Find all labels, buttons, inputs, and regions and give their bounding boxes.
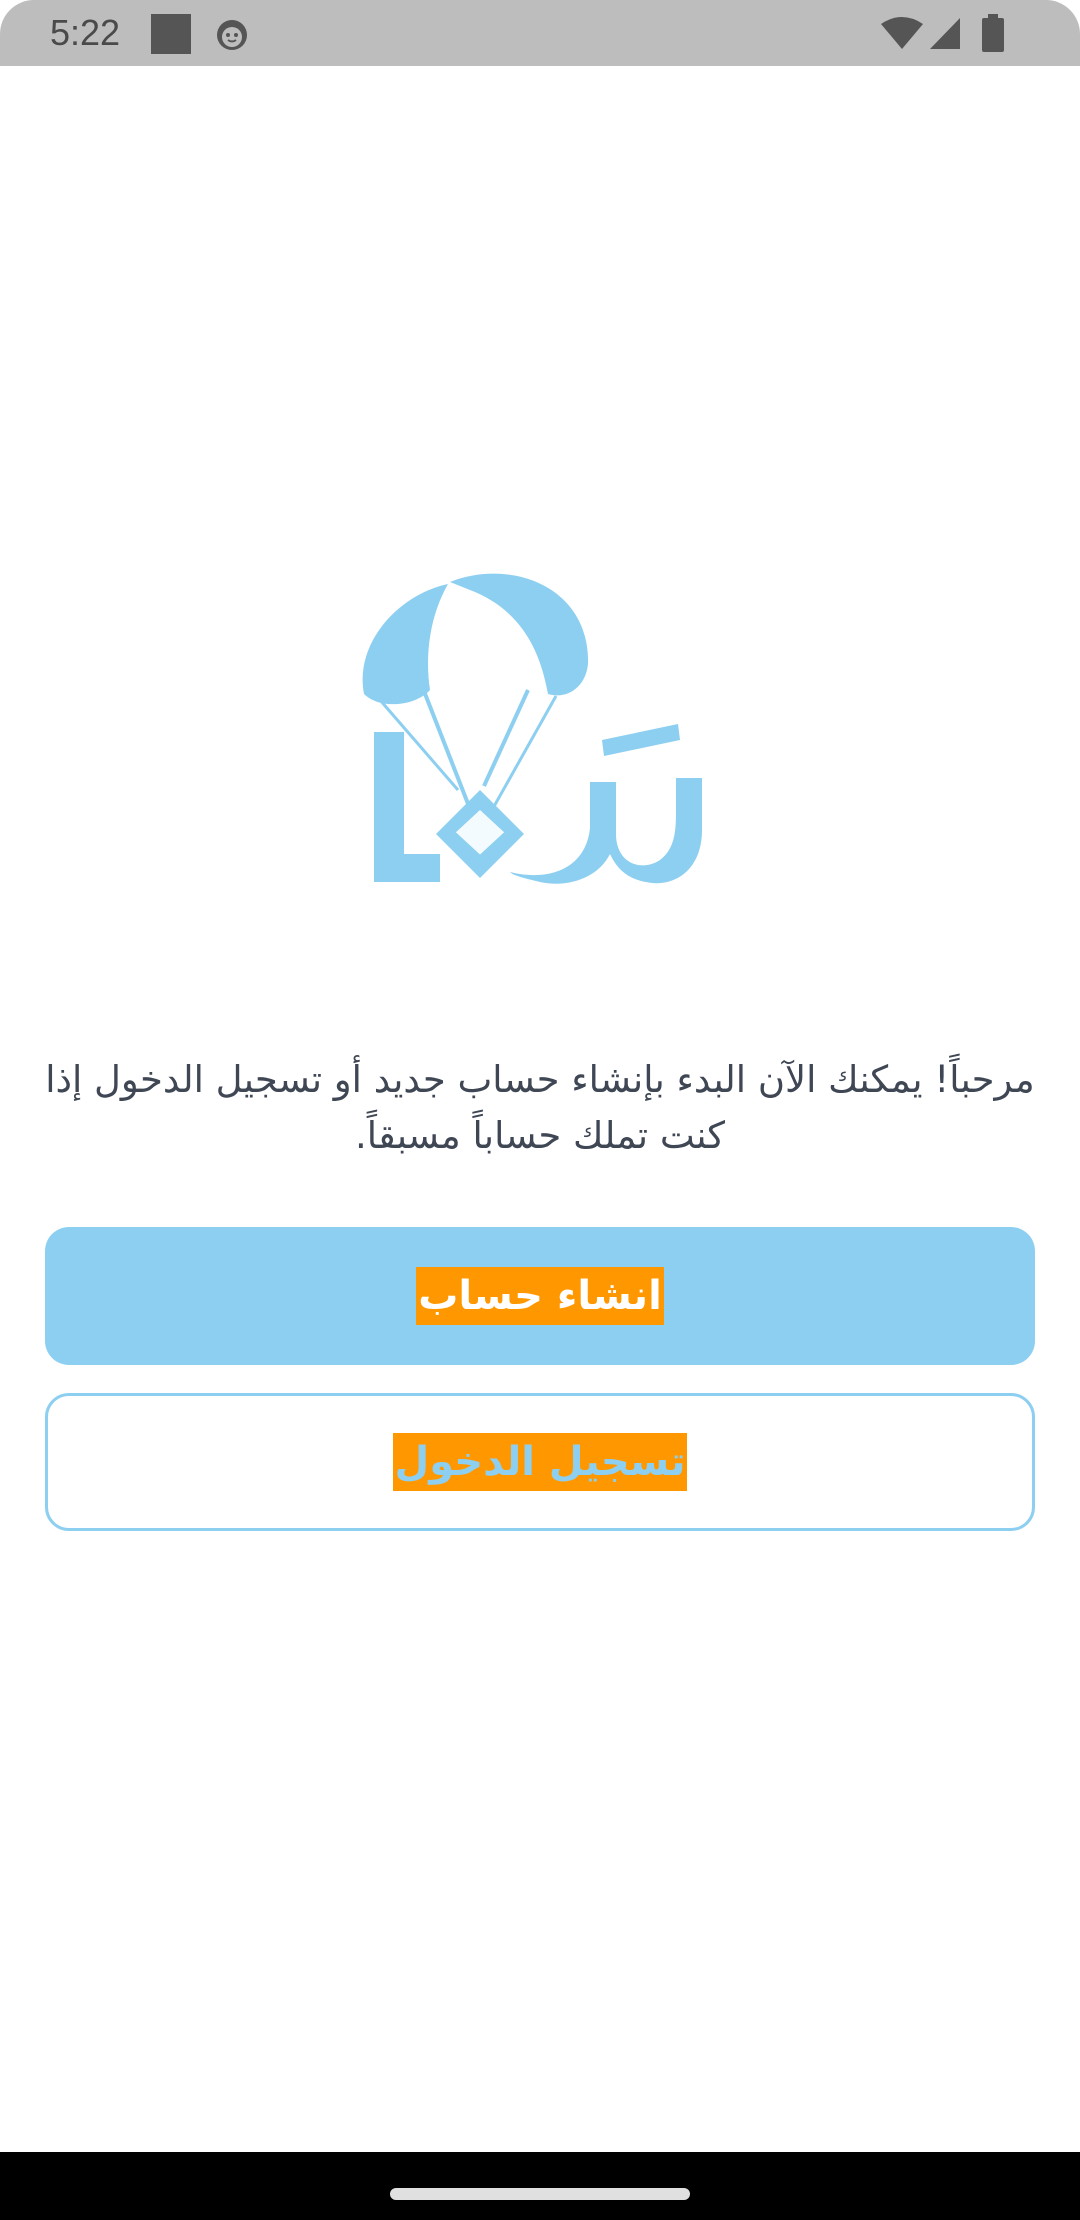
welcome-message: مرحباً! يمكنك الآن البدء بإنشاء حساب جدي…: [45, 1058, 1035, 1157]
home-handle[interactable]: [390, 2188, 690, 2200]
battery-icon: [982, 14, 1004, 52]
status-bar: 5:22: [0, 0, 1080, 66]
wifi-icon: [881, 17, 923, 49]
cell-signal-icon: [930, 18, 960, 49]
parachute-logo-icon: [362, 573, 702, 884]
android-face-icon: [217, 20, 247, 50]
login-label: تسجيل الدخول: [392, 1433, 688, 1491]
navigation-bar: [0, 2152, 1080, 2220]
create-account-label: انشاء حساب: [416, 1267, 664, 1325]
welcome-screen: 5:22 مرحباً! يمكنك الآن البدء بإنشاء حسا…: [0, 0, 1080, 2220]
notification-square-icon: [151, 14, 191, 54]
login-button[interactable]: تسجيل الدخول: [45, 1393, 1035, 1531]
status-time: 5:22: [50, 12, 121, 53]
create-account-button[interactable]: انشاء حساب: [45, 1227, 1035, 1365]
